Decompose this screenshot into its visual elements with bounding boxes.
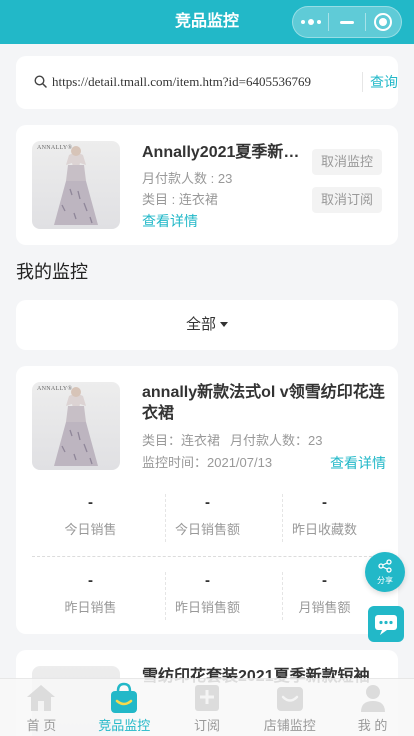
monthly-buyers: 月付款人数：23: [230, 433, 323, 448]
tab-label: 我 的: [357, 718, 388, 733]
monitor-time: 监控时间：2021/07/13: [142, 455, 273, 470]
tab-mine[interactable]: 我 的: [331, 679, 414, 736]
tab-competitor-monitor[interactable]: 竞品监控: [83, 679, 166, 736]
stat-label: 月销售额: [298, 600, 351, 615]
stat-divider: [165, 494, 166, 542]
stat-value: -: [205, 572, 210, 589]
share-button[interactable]: 分享: [365, 552, 405, 592]
dress-image: [54, 146, 98, 225]
search-icon: [34, 75, 47, 88]
nav-bar: 竞品监控: [0, 0, 414, 44]
cancel-monitor-button[interactable]: 取消监控: [312, 149, 382, 175]
stat-label: 昨日销售: [64, 600, 117, 615]
search-card: https://detail.tmall.com/item.htm?id=640…: [16, 56, 398, 109]
product-thumbnail[interactable]: ANNALLY®: [32, 141, 120, 229]
stat-value: -: [205, 494, 210, 511]
cancel-subscribe-button[interactable]: 取消订阅: [312, 187, 382, 213]
tab-label: 店铺监控: [263, 718, 316, 733]
view-detail-link[interactable]: 查看详情: [330, 453, 386, 473]
stat-label: 今日销售额: [174, 522, 240, 537]
stat-value: -: [88, 572, 93, 589]
stat-yesterday-revenue: - 昨日销售额: [149, 571, 266, 617]
thumb-brand-text: ANNALLY®: [37, 386, 73, 392]
subscribe-icon: [194, 685, 219, 711]
stat-today-sales: - 今日销售: [32, 493, 149, 539]
tab-label: 竞品监控: [98, 718, 151, 733]
miniprogram-capsule: [292, 6, 402, 38]
product-thumbnail[interactable]: ANNALLY®: [32, 382, 120, 470]
stat-label: 昨日收藏数: [291, 522, 357, 537]
product-category: 类目 : 连衣裙: [142, 192, 218, 207]
user-icon: [360, 685, 385, 712]
stat-row-divider: [32, 556, 382, 557]
url-search-input[interactable]: https://detail.tmall.com/item.htm?id=640…: [52, 71, 356, 93]
tab-label: 首 页: [26, 718, 57, 733]
product-title: annally新款法式ol v领雪纺印花连衣裙: [142, 384, 385, 422]
share-label: 分享: [377, 576, 393, 585]
product-category: 类目：连衣裙: [142, 433, 221, 448]
monthly-buyers: 月付款人数 : 23: [142, 171, 233, 186]
caret-down-icon: [220, 321, 228, 327]
chat-icon: [375, 615, 397, 635]
minimize-icon: [339, 20, 354, 24]
customer-service-button[interactable]: [368, 606, 404, 642]
stat-label: 今日销售: [64, 522, 117, 537]
thumb-brand-text: ANNALLY®: [37, 145, 73, 151]
stat-today-revenue: - 今日销售额: [149, 493, 266, 539]
more-dots-icon: [300, 19, 321, 25]
filter-dropdown[interactable]: 全部: [16, 300, 398, 350]
stat-value: -: [322, 494, 327, 511]
minimize-button[interactable]: [329, 7, 364, 37]
bag-icon: [111, 682, 138, 713]
tab-label: 订阅: [193, 718, 220, 733]
tab-bar: 首 页 竞品监控 订阅 店铺监控 我 的: [0, 678, 414, 736]
tab-subscribe[interactable]: 订阅: [166, 679, 249, 736]
home-icon: [27, 685, 56, 711]
shop-icon: [276, 687, 303, 711]
dress-image: [54, 387, 98, 466]
search-button[interactable]: 查询: [370, 72, 398, 92]
filter-selected-value: 全部: [185, 316, 216, 333]
search-result-card: ANNALLY® Annally2021夏季新款法式ol v领雪纺印花连衣裙 月…: [16, 125, 398, 245]
stat-yesterday-sales: - 昨日销售: [32, 571, 149, 617]
stat-divider: [282, 572, 283, 620]
close-button[interactable]: [366, 7, 401, 37]
target-icon: [374, 13, 393, 31]
share-icon: [378, 559, 392, 573]
stat-yesterday-favorites: - 昨日收藏数: [266, 493, 383, 539]
more-button[interactable]: [293, 7, 328, 37]
tab-home[interactable]: 首 页: [0, 679, 83, 736]
tab-shop-monitor[interactable]: 店铺监控: [248, 679, 331, 736]
stat-label: 昨日销售额: [174, 600, 240, 615]
stat-divider: [165, 572, 166, 620]
view-detail-link[interactable]: 查看详情: [142, 211, 198, 231]
product-title: Annally2021夏季新款法式ol v领雪纺印花连衣裙: [142, 144, 304, 161]
stat-divider: [282, 494, 283, 542]
search-divider: [362, 72, 363, 92]
monitor-item-card: ANNALLY® annally新款法式ol v领雪纺印花连衣裙 类目：连衣裙 …: [16, 366, 398, 634]
section-title: 我的监控: [16, 262, 88, 282]
stat-value: -: [88, 494, 93, 511]
